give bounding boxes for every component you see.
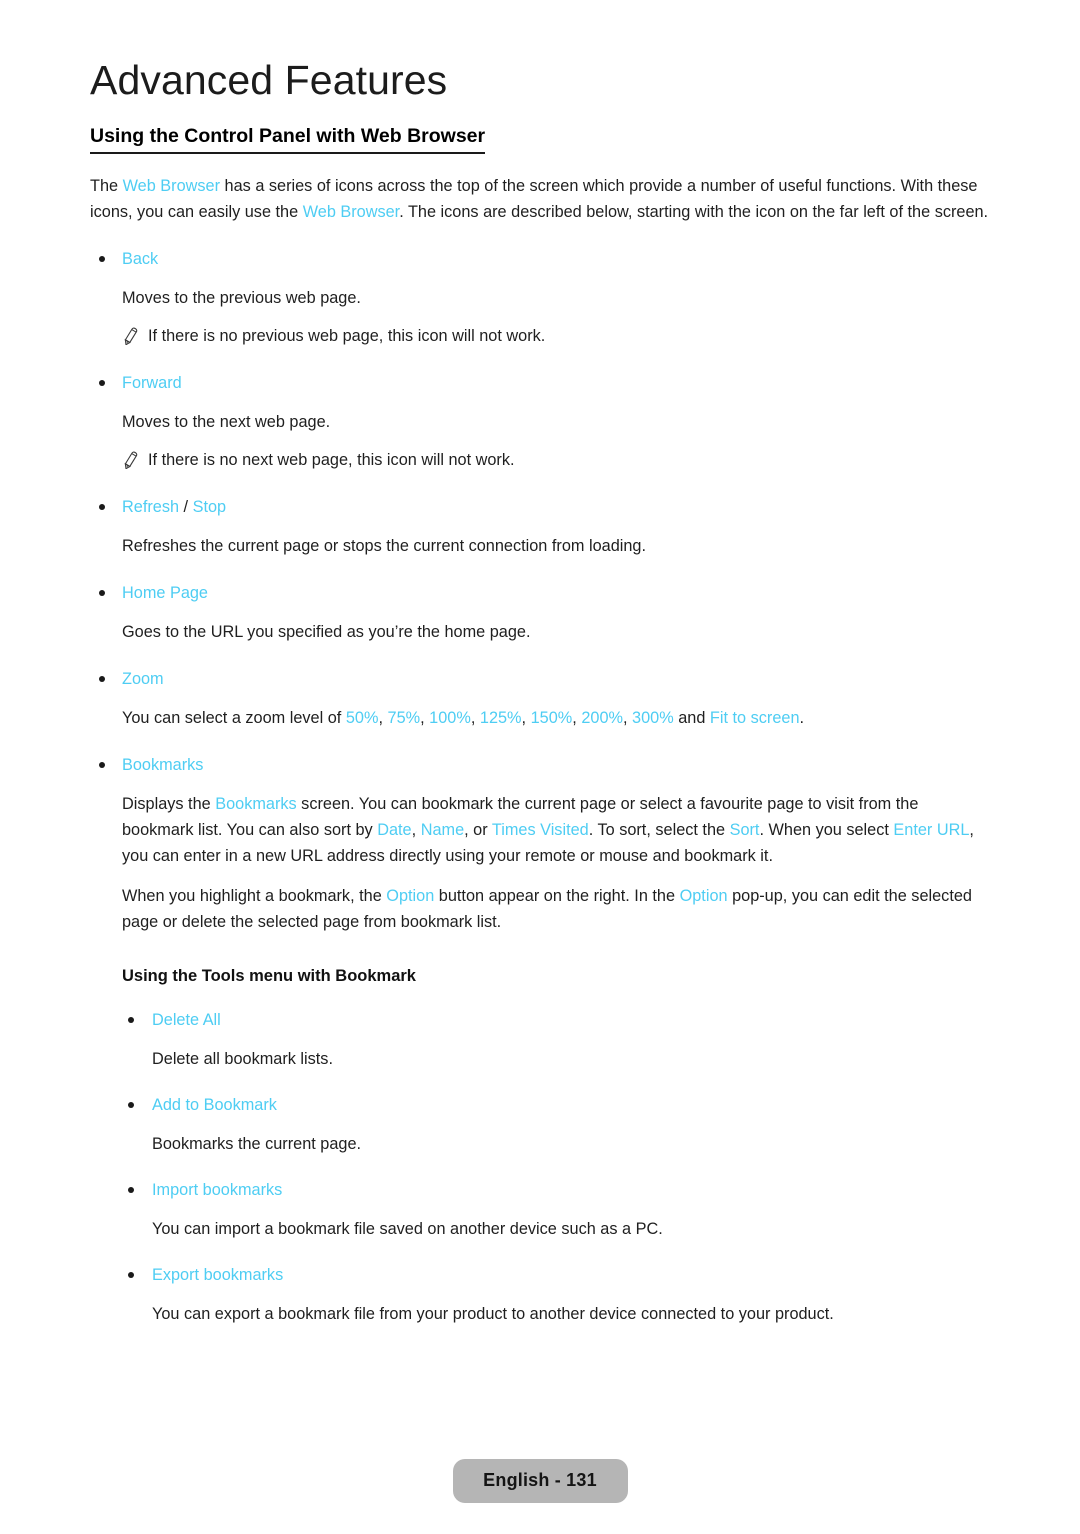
bm-term-name: Name	[420, 820, 465, 839]
item-description-delete-all: Delete all bookmark lists.	[152, 1049, 333, 1068]
item-label-delete-all: Delete All	[152, 1010, 221, 1029]
page-content: Advanced Features Using the Control Pane…	[90, 0, 995, 1327]
item-note-back: If there is no previous web page, this i…	[122, 323, 995, 349]
list-item-back: Back	[90, 247, 995, 271]
bm-term-enter-url: Enter URL	[893, 820, 970, 839]
item-label-refresh: Refresh	[122, 497, 180, 516]
zoom-level-0: 50%	[345, 708, 379, 727]
list-item-add-to-bookmark: Add to Bookmark	[90, 1093, 995, 1117]
item-label-separator: /	[179, 497, 193, 516]
zoom-trailing-period: .	[799, 708, 805, 727]
zoom-comma-5: ,	[622, 708, 633, 727]
section-heading: Using the Control Panel with Web Browser	[90, 104, 486, 154]
zoom-level-4: 150%	[530, 708, 573, 727]
item-description-forward: Moves to the next web page.	[122, 412, 331, 431]
item-label-home-page: Home Page	[122, 583, 208, 602]
bm-term-date: Date	[377, 820, 412, 839]
manual-page: Advanced Features Using the Control Pane…	[0, 0, 1080, 1534]
item-label-stop: Stop	[192, 497, 227, 516]
list-item-bookmarks: Bookmarks	[90, 753, 995, 777]
bm-p1-s4: , or	[464, 820, 492, 839]
zoom-comma-4: ,	[572, 708, 582, 727]
item-label-add-to-bookmark: Add to Bookmark	[152, 1095, 277, 1114]
intro-part-1: The	[90, 176, 123, 195]
item-label-zoom: Zoom	[122, 669, 164, 688]
item-label-bookmarks: Bookmarks	[122, 755, 204, 774]
intro-part-3: . The icons are described below, startin…	[399, 202, 989, 221]
list-item-import-bookmarks: Import bookmarks	[90, 1178, 995, 1202]
item-description-refresh-stop: Refreshes the current page or stops the …	[122, 536, 647, 555]
zoom-level-3: 125%	[479, 708, 522, 727]
item-note-text-forward: If there is no next web page, this icon …	[148, 450, 515, 469]
zoom-comma-2: ,	[470, 708, 480, 727]
bm-p2-s1: When you highlight a bookmark, the	[122, 886, 387, 905]
list-item-export-bookmarks: Export bookmarks	[90, 1263, 995, 1287]
list-item-zoom: Zoom	[90, 667, 995, 691]
zoom-lead-text: You can select a zoom level of	[122, 708, 346, 727]
bm-term-sort: Sort	[729, 820, 760, 839]
item-label-import-bookmarks: Import bookmarks	[152, 1180, 283, 1199]
bm-term-bookmarks: Bookmarks	[215, 794, 297, 813]
bm-p1-s3: ,	[411, 820, 421, 839]
bookmarks-paragraph-2: When you highlight a bookmark, the Optio…	[122, 883, 992, 935]
bm-p1-s1: Displays the	[122, 794, 216, 813]
item-description-back: Moves to the previous web page.	[122, 288, 361, 307]
bm-p1-s5: . To sort, select the	[588, 820, 730, 839]
item-description-export-bookmarks: You can export a bookmark file from your…	[152, 1304, 834, 1323]
zoom-level-6: 300%	[632, 708, 674, 727]
section-heading-wrapper: Using the Control Panel with Web Browser	[90, 104, 995, 154]
item-description-add-to-bookmark: Bookmarks the current page.	[152, 1134, 362, 1153]
zoom-comma-1: ,	[420, 708, 430, 727]
list-item-refresh-stop: Refresh / Stop	[90, 495, 995, 519]
zoom-comma-3: ,	[521, 708, 531, 727]
item-description-home-page: Goes to the URL you specified as you’re …	[122, 622, 531, 641]
tools-menu-heading: Using the Tools menu with Bookmark	[122, 966, 416, 985]
zoom-level-fit-to-screen: Fit to screen	[709, 708, 800, 727]
list-item-home-page: Home Page	[90, 581, 995, 605]
list-item-forward: Forward	[90, 371, 995, 395]
zoom-level-5: 200%	[581, 708, 623, 727]
item-description-import-bookmarks: You can import a bookmark file saved on …	[152, 1219, 663, 1238]
intro-term-web-browser-1: Web Browser	[122, 176, 221, 195]
list-item-delete-all: Delete All	[90, 1008, 995, 1032]
page-number-badge: English - 131	[452, 1459, 628, 1503]
bookmarks-paragraph-1: Displays the Bookmarks screen. You can b…	[122, 791, 992, 869]
item-label-forward: Forward	[122, 373, 182, 392]
bm-term-option-1: Option	[386, 886, 435, 905]
pencil-icon	[122, 449, 142, 469]
intro-paragraph: The Web Browser has a series of icons ac…	[90, 154, 990, 225]
chapter-title: Advanced Features	[90, 57, 448, 103]
intro-term-web-browser-2: Web Browser	[302, 202, 400, 221]
bm-p1-s6: . When you select	[759, 820, 894, 839]
pencil-icon	[122, 325, 142, 345]
zoom-conjunction: and	[673, 708, 710, 727]
zoom-level-1: 75%	[387, 708, 421, 727]
item-note-forward: If there is no next web page, this icon …	[122, 447, 995, 473]
bm-term-times-visited: Times Visited	[491, 820, 589, 839]
zoom-level-2: 100%	[429, 708, 471, 727]
item-description-zoom: You can select a zoom level of 50%, 75%,…	[122, 705, 992, 731]
zoom-comma-0: ,	[378, 708, 388, 727]
item-label-export-bookmarks: Export bookmarks	[152, 1265, 284, 1284]
bm-p2-s2: button appear on the right. In the	[434, 886, 680, 905]
bm-term-option-2: Option	[679, 886, 728, 905]
item-note-text-back: If there is no previous web page, this i…	[148, 326, 546, 345]
item-label-back: Back	[122, 249, 159, 268]
page-footer: English - 131	[0, 1459, 1080, 1503]
